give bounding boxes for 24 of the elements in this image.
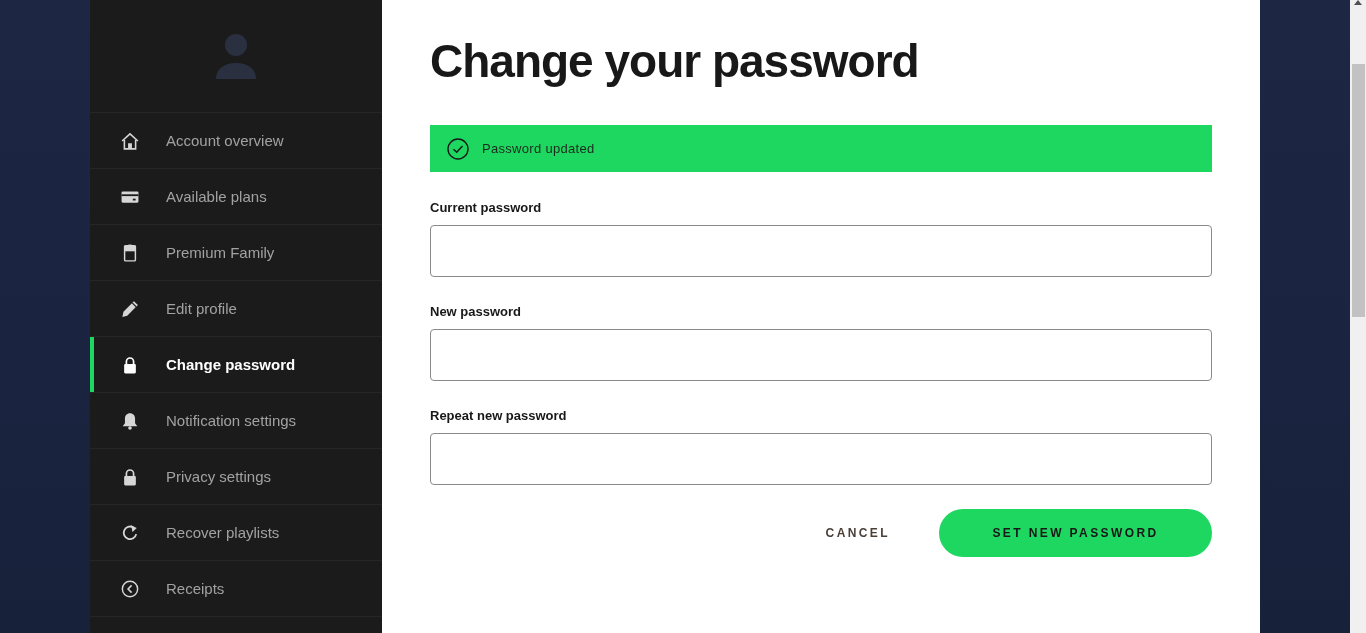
submit-button[interactable]: SET NEW PASSWORD <box>939 509 1212 557</box>
lock-icon <box>121 467 139 486</box>
success-message: Password updated <box>482 141 595 156</box>
password-field[interactable] <box>430 433 1212 485</box>
pencil-icon <box>121 299 139 318</box>
password-field[interactable] <box>430 329 1212 381</box>
page-title: Change your password <box>430 34 920 89</box>
lock-icon <box>121 355 139 374</box>
home-icon <box>121 131 139 150</box>
bell-icon <box>121 411 139 430</box>
tablet-icon <box>121 243 139 262</box>
cancel-button[interactable]: CANCEL <box>793 509 922 557</box>
scroll-up-arrow-icon[interactable] <box>1354 0 1362 5</box>
refresh-icon <box>121 523 139 542</box>
check-circle-icon <box>447 137 469 160</box>
field-label: Current password <box>430 199 542 217</box>
scrollbar-thumb[interactable] <box>1351 64 1365 317</box>
scrollbar[interactable] <box>1350 0 1366 633</box>
field-label: Repeat new password <box>430 407 567 425</box>
avatar-icon <box>214 31 258 81</box>
circle-chevron-icon <box>121 579 139 598</box>
password-field[interactable] <box>430 225 1212 277</box>
sidebar-item[interactable]: Change password <box>90 337 382 393</box>
field-label: New password <box>430 303 522 321</box>
